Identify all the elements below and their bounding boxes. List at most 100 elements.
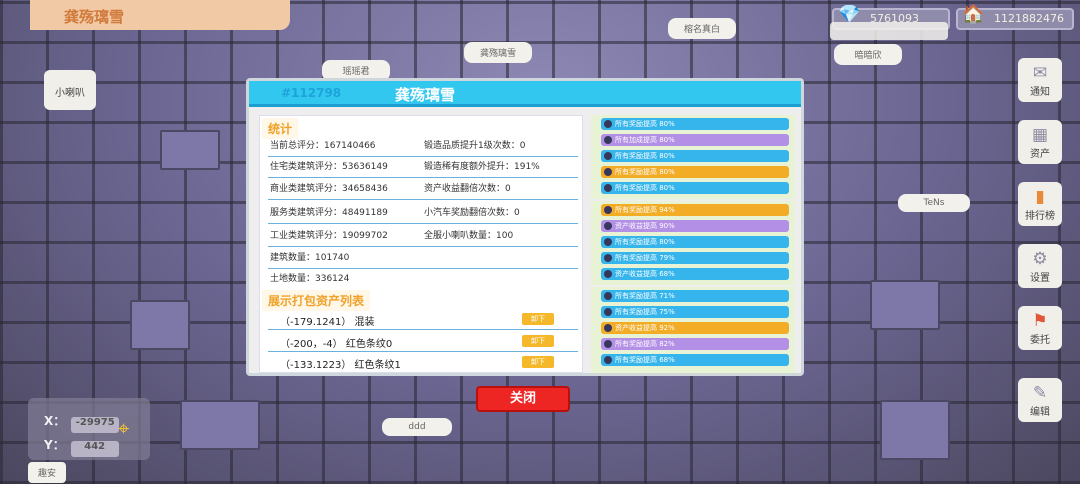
divider (268, 246, 578, 247)
bonus-gem-icon (604, 270, 612, 278)
bonus-bar: 所有奖励提高 79% (601, 252, 789, 264)
bonus-group: 所有奖励提高 80% 所有加成提高 80% 所有奖励提高 80% 所有奖励提高 80%… (591, 115, 795, 199)
bonus-gem-icon (604, 324, 612, 332)
map-player-tag[interactable]: 趣安 (28, 462, 66, 483)
bonus-bar: 所有奖励提高 80% (601, 166, 789, 178)
bonus-bar: 资产收益提高 92% (601, 322, 789, 334)
stat-item: 住宅类建筑评分：53636149 (270, 162, 388, 172)
stat-item: 商业类建筑评分：34658436 (270, 184, 388, 194)
map-player-tag[interactable]: 暗暗欣 (834, 44, 902, 65)
notice-button[interactable]: ✉ 通知 (1018, 58, 1062, 102)
map-player-tag[interactable]: ddd (382, 418, 452, 436)
unload-button[interactable]: 卸下 (522, 356, 554, 368)
ranking-button[interactable]: ▮ 排行榜 (1018, 182, 1062, 226)
assets-list-label: 展示打包资产列表 (262, 290, 371, 311)
bonus-bar: 所有奖励提高 80% (601, 182, 789, 194)
y-coord-value: 442 (70, 441, 119, 457)
x-coord-row: X： -29975 (44, 412, 120, 433)
stat-item: 全服小喇叭数量：100 (424, 231, 514, 241)
bonus-bar: 资产收益提高 90% (601, 220, 789, 232)
asset-row: （-179.1241） 混装 (280, 313, 375, 328)
bonus-text: 资产收益提高 90% (615, 222, 675, 230)
locate-icon[interactable]: ⌖ (118, 416, 142, 440)
bonus-gem-icon (604, 184, 612, 192)
settings-button[interactable]: ⚙ 设置 (1018, 244, 1062, 288)
player-title-bar: 龚殇璃雪 (30, 0, 290, 30)
building-block (130, 300, 190, 350)
edit-label: 编辑 (1030, 407, 1050, 418)
settings-label: 设置 (1030, 273, 1050, 284)
bonus-bar: 所有奖励提高 80% (601, 150, 789, 162)
gold-ingot-icon: 🏠 (962, 4, 985, 25)
stat-item: 工业类建筑评分：19099702 (270, 231, 388, 241)
stat-item: 资产收益翻倍次数：0 (424, 184, 511, 194)
asset-coord: （-179.1241） (280, 317, 352, 328)
unload-button[interactable]: 卸下 (522, 335, 554, 347)
y-label: Y： (44, 438, 65, 452)
bonus-gem-icon (604, 206, 612, 214)
stat-item: 服务类建筑评分：48491189 (270, 208, 388, 218)
bonus-bar: 所有奖励提高 68% (601, 354, 789, 366)
asset-row: （-200，-4） 红色条纹0 (280, 335, 392, 350)
bonus-gem-icon (604, 254, 612, 262)
x-coord-value: -29975 (71, 417, 120, 433)
commission-button[interactable]: ⚑ 委托 (1018, 306, 1062, 350)
bonus-text: 所有奖励提高 80% (615, 152, 675, 160)
building-block (160, 130, 220, 170)
edit-button[interactable]: ✎ 编辑 (1018, 378, 1062, 422)
player-info-dialog: #112798 龚殇璃雪 统计 当前总评分：167140466 锻造品质提升1级… (246, 78, 804, 412)
divider (268, 223, 578, 224)
bonus-text: 所有奖励提高 80% (615, 184, 675, 192)
stat-item: 土地数量：336124 (270, 274, 350, 284)
bell-icon: ✉ (1032, 63, 1048, 83)
bonus-text: 所有奖励提高 80% (615, 168, 675, 176)
bonus-list: 所有奖励提高 80% 所有加成提高 80% 所有奖励提高 80% 所有奖励提高 80%… (591, 115, 795, 373)
asset-name: 红色条纹0 (345, 339, 393, 350)
ranking-icon: ▮ (1035, 187, 1045, 207)
divider (268, 268, 578, 269)
stat-item: 小汽车奖励翻倍次数：0 (424, 208, 520, 218)
asset-name: 混装 (354, 317, 375, 328)
notice-label: 通知 (1030, 87, 1050, 98)
map-player-tag[interactable]: 龚殇璃雪 (464, 42, 532, 63)
bonus-gem-icon (604, 308, 612, 316)
bonus-gem-icon (604, 168, 612, 176)
bonus-gem-icon (604, 238, 612, 246)
divider (268, 156, 578, 157)
stats-section: 统计 当前总评分：167140466 锻造品质提升1级次数：0 住宅类建筑评分：… (259, 115, 583, 373)
player-id: #112798 (281, 86, 342, 100)
map-player-tag[interactable]: 榕名真白 (668, 18, 736, 39)
asset-coord: （-133.1223） (280, 360, 352, 371)
bonus-text: 资产收益提高 92% (615, 324, 675, 332)
bonus-bar: 所有奖励提高 94% (601, 204, 789, 216)
asset-name: 红色条纹1 (354, 360, 401, 371)
dialog-header: #112798 龚殇璃雪 (249, 81, 801, 107)
assets-button[interactable]: ▦ 资产 (1018, 120, 1062, 164)
stat-item: 锻造稀有度额外提升：191% (424, 162, 540, 172)
divider (268, 177, 578, 178)
bonus-text: 所有奖励提高 75% (615, 308, 675, 316)
bonus-bar: 所有奖励提高 80% (601, 236, 789, 248)
stat-item: 建筑数量：101740 (270, 253, 350, 263)
unload-button[interactable]: 卸下 (522, 313, 554, 325)
commission-icon: ⚑ (1032, 311, 1048, 331)
bonus-text: 所有加成提高 80% (615, 136, 675, 144)
bonus-group: 所有奖励提高 94% 资产收益提高 90% 所有奖励提高 80% 所有奖励提高 79%… (591, 201, 795, 285)
bonus-bar: 所有奖励提高 80% (601, 118, 789, 130)
bonus-gem-icon (604, 222, 612, 230)
bonus-bar: 所有奖励提高 75% (601, 306, 789, 318)
bonus-text: 所有奖励提高 94% (615, 206, 675, 214)
edit-icon: ✎ (1032, 383, 1048, 403)
bonus-bar: 所有奖励提高 71% (601, 290, 789, 302)
bonus-bar: 所有加成提高 80% (601, 134, 789, 146)
dialog-title: 龚殇璃雪 (395, 86, 456, 104)
stat-item: 锻造品质提升1级次数：0 (424, 141, 526, 151)
building-block (180, 400, 260, 450)
loudspeaker-button[interactable]: 小喇叭 (44, 70, 96, 110)
bonus-gem-icon (604, 356, 612, 364)
map-player-tag[interactable]: TeNs (898, 194, 970, 212)
close-button[interactable]: 关闭 (476, 386, 570, 412)
x-label: X： (44, 414, 66, 428)
loudspeaker-label: 小喇叭 (55, 88, 85, 99)
building-icon: ▦ (1031, 125, 1049, 145)
